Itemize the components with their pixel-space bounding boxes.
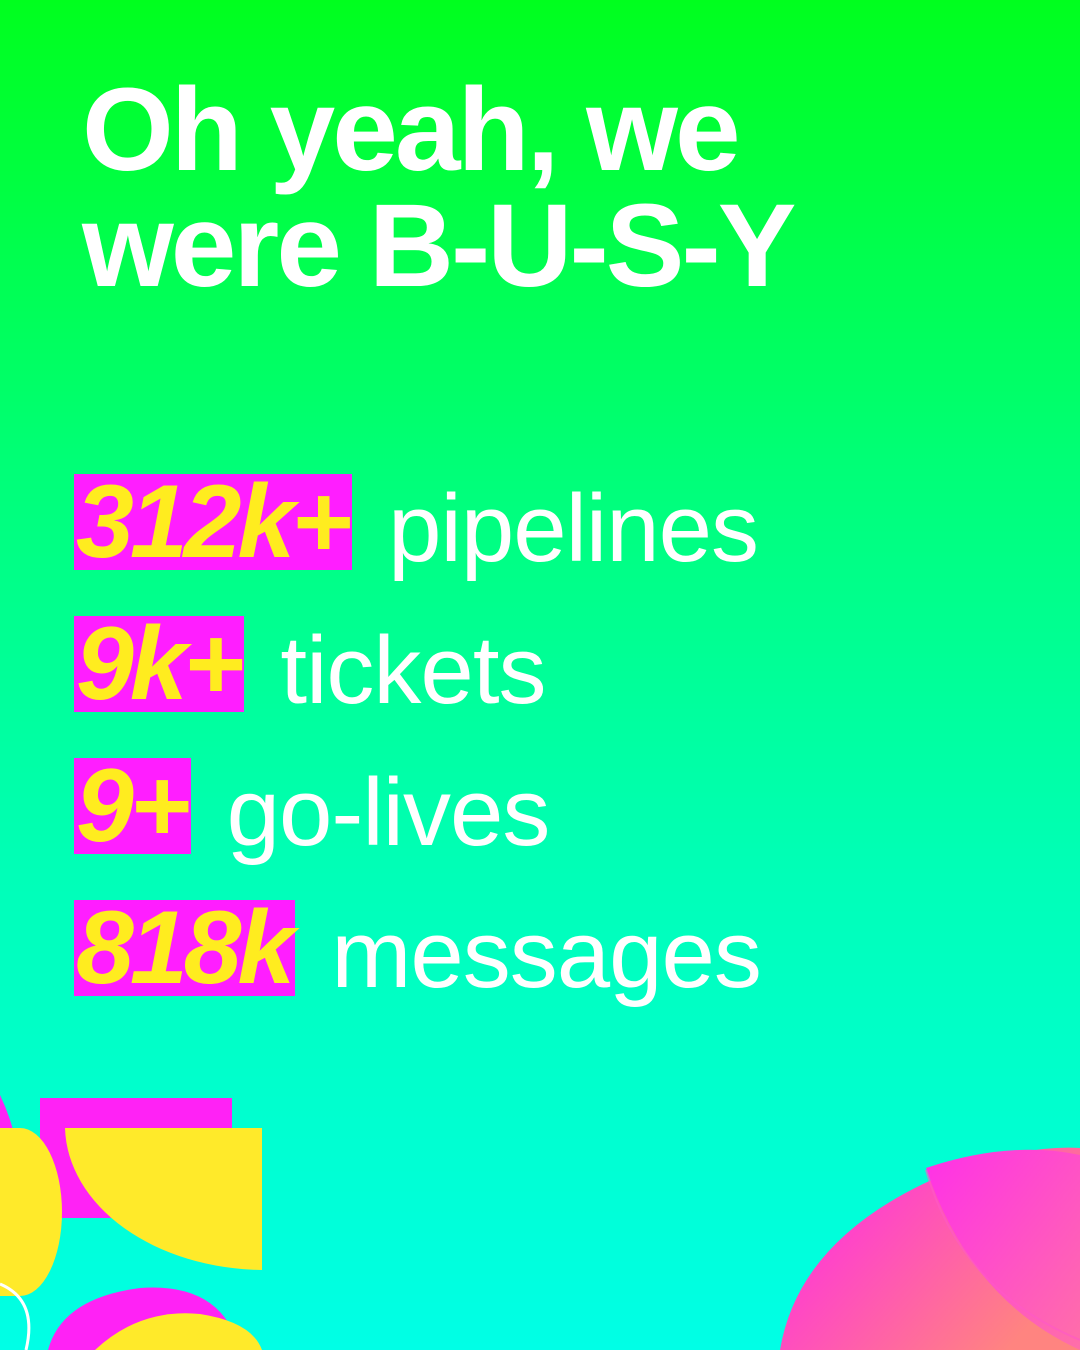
bottom-left-shapes xyxy=(0,1095,262,1350)
yellow-bowl-shape xyxy=(65,1128,262,1270)
bottom-right-petal xyxy=(780,1147,1080,1350)
decorative-shapes xyxy=(0,1095,1080,1350)
graphic-canvas: Oh yeah, we were B-U-S-Y 312k+ pipelines… xyxy=(0,0,1080,1350)
